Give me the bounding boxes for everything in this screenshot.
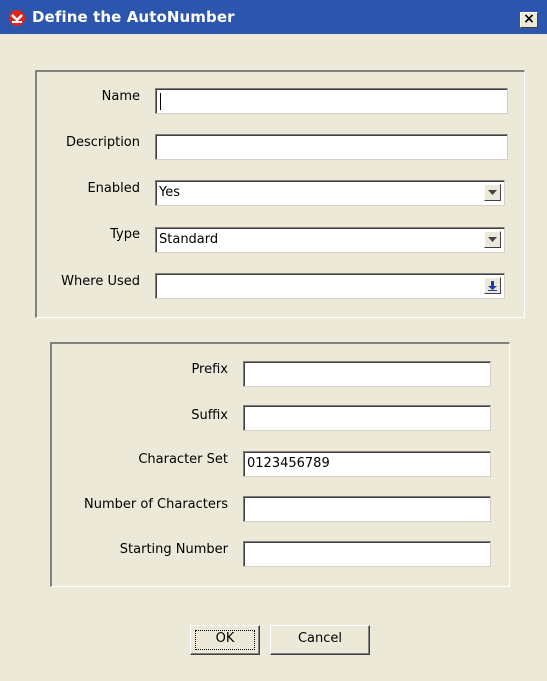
character-set-value: 0123456789 — [247, 456, 330, 471]
prefix-input[interactable] — [243, 361, 491, 387]
enabled-label: Enabled — [87, 181, 140, 196]
type-value: Standard — [159, 232, 219, 247]
name-input[interactable] — [155, 88, 508, 114]
autonumber-dialog: Define the AutoNumber × Name Description… — [0, 0, 547, 681]
cancel-button[interactable]: Cancel — [270, 625, 370, 655]
where-used-label: Where Used — [61, 274, 140, 289]
prefix-label: Prefix — [191, 362, 228, 377]
where-used-button[interactable] — [484, 277, 501, 294]
starting-number-label: Starting Number — [119, 542, 228, 557]
character-set-label: Character Set — [138, 452, 228, 467]
close-button[interactable]: × — [520, 12, 538, 28]
close-icon: × — [523, 11, 535, 27]
type-select[interactable]: Standard — [155, 227, 505, 253]
type-dropdown-button[interactable] — [484, 231, 501, 248]
title-bar[interactable]: Define the AutoNumber × — [0, 0, 547, 34]
where-used-select[interactable] — [155, 273, 505, 299]
character-set-input[interactable]: 0123456789 — [243, 451, 491, 477]
description-input[interactable] — [155, 134, 508, 160]
enabled-value: Yes — [159, 185, 180, 200]
name-label: Name — [101, 89, 140, 104]
chevron-down-icon — [488, 190, 497, 195]
starting-number-input[interactable] — [243, 541, 491, 567]
text-caret — [160, 93, 161, 110]
suffix-label: Suffix — [191, 408, 228, 423]
enabled-select[interactable]: Yes — [155, 180, 505, 206]
number-of-characters-label: Number of Characters — [84, 497, 228, 512]
type-label: Type — [110, 227, 140, 242]
dialog-title: Define the AutoNumber — [32, 8, 235, 26]
description-label: Description — [65, 135, 140, 150]
app-icon — [9, 10, 25, 26]
ok-button[interactable]: OK — [190, 625, 260, 655]
suffix-input[interactable] — [243, 405, 491, 431]
number-of-characters-input[interactable] — [243, 496, 491, 522]
enabled-dropdown-button[interactable] — [484, 184, 501, 201]
arrow-down-icon — [488, 281, 497, 291]
chevron-down-icon — [488, 237, 497, 242]
